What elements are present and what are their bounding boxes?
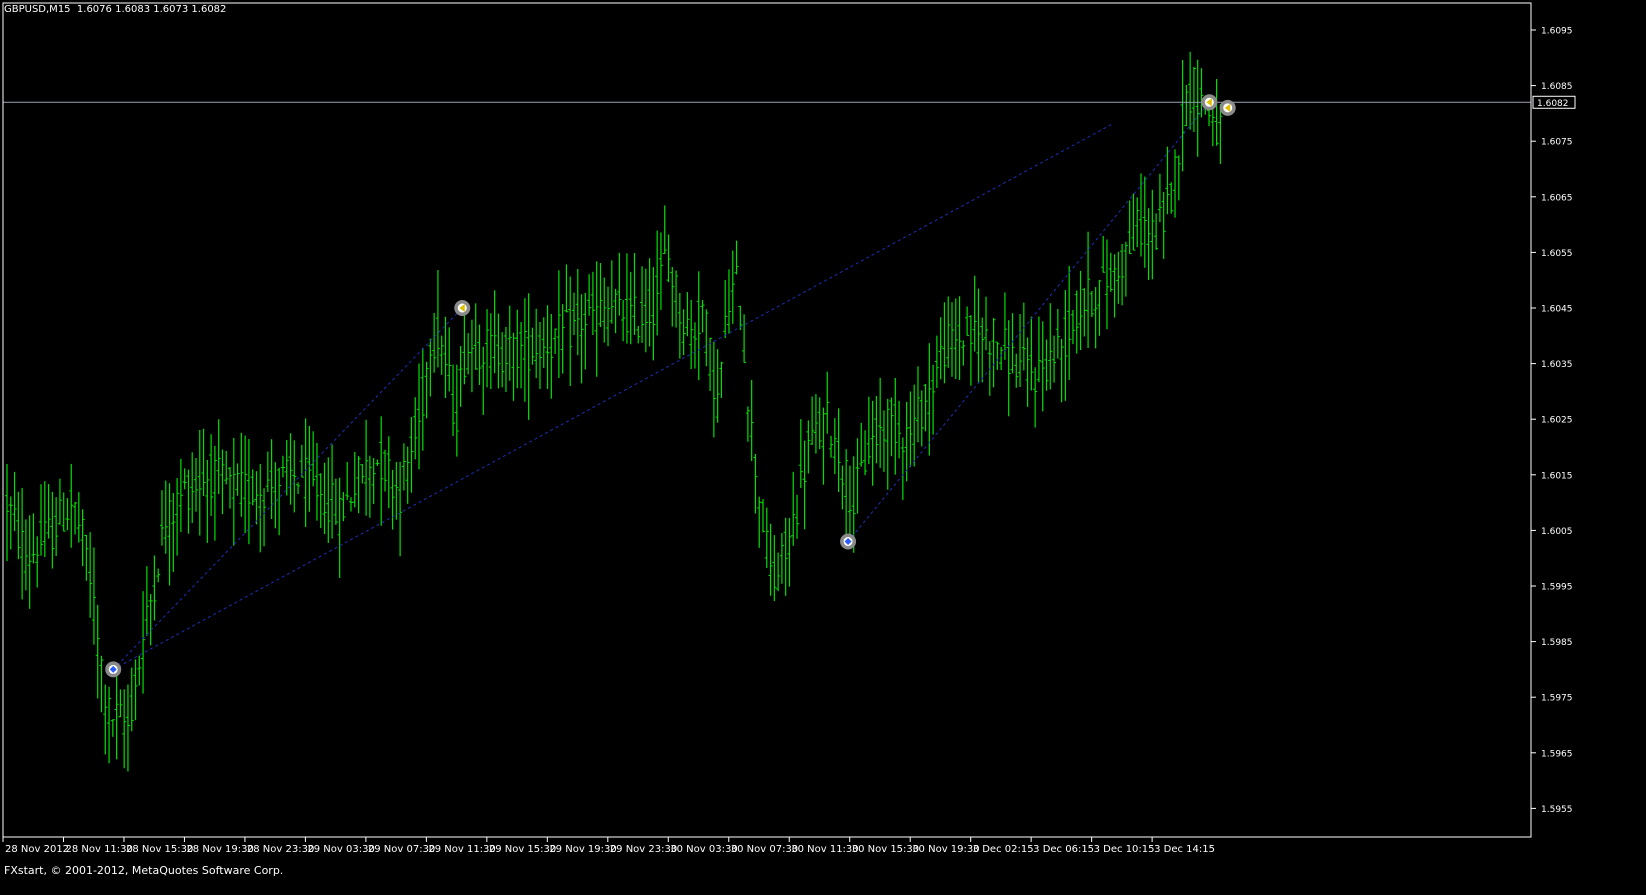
time-tick-label: 29 Nov 11:30 xyxy=(428,844,495,855)
time-tick-label: 30 Nov 19:30 xyxy=(912,844,979,855)
time-tick-label: 28 Nov 2012 xyxy=(5,844,69,855)
swing-low-marker xyxy=(105,661,122,678)
price-tick-label: 1.6015 xyxy=(1541,471,1573,481)
ohlc-values: 1.6076 1.6083 1.6073 1.6082 xyxy=(76,4,227,15)
price-tick-label: 1.6055 xyxy=(1541,249,1573,259)
time-tick-label: 28 Nov 23:30 xyxy=(247,844,314,855)
time-tick-label: 30 Nov 15:30 xyxy=(852,844,919,855)
price-tick-label: 1.6035 xyxy=(1541,360,1573,370)
time-tick-label: 28 Nov 15:30 xyxy=(126,844,193,855)
price-tick-label: 1.6025 xyxy=(1541,416,1573,426)
symbol-timeframe: GBPUSD,M15 xyxy=(4,4,71,15)
price-tick-label: 1.6085 xyxy=(1541,82,1573,92)
time-tick-label: 28 Nov 19:30 xyxy=(186,844,253,855)
time-tick-label: 3 Dec 06:15 xyxy=(1033,844,1094,855)
time-tick-label: 29 Nov 03:30 xyxy=(307,844,374,855)
time-tick-label: 3 Dec 10:15 xyxy=(1094,844,1155,855)
price-tick-label: 1.5965 xyxy=(1541,749,1573,759)
swing-high-marker xyxy=(1219,99,1236,116)
time-tick-label: 29 Nov 23:30 xyxy=(610,844,677,855)
price-chart[interactable]: 1.6095 1.6085 1.6075 1.6065 1.6055 1.6045 1.60… xyxy=(0,0,1646,895)
swing-high-marker xyxy=(454,300,471,316)
current-price-label: 1.6082 xyxy=(1537,99,1569,109)
time-tick-label: 29 Nov 19:30 xyxy=(549,844,616,855)
swing-high-marker xyxy=(1201,94,1218,111)
time-tick-label: 30 Nov 11:30 xyxy=(791,844,858,855)
time-tick-label: 29 Nov 07:30 xyxy=(368,844,435,855)
price-tick-label: 1.5985 xyxy=(1541,638,1573,648)
price-tick-label: 1.5995 xyxy=(1541,583,1573,593)
price-tick-label: 1.6065 xyxy=(1541,193,1573,203)
time-tick-label: 30 Nov 07:30 xyxy=(731,844,798,855)
price-tick-label: 1.6095 xyxy=(1541,27,1573,37)
price-tick-label: 1.5975 xyxy=(1541,694,1573,704)
swing-low-marker xyxy=(840,533,857,550)
time-tick-label: 30 Nov 03:30 xyxy=(670,844,737,855)
time-tick-label: 28 Nov 11:30 xyxy=(65,844,132,855)
price-tick-label: 1.5955 xyxy=(1541,805,1573,815)
price-tick-label: 1.6075 xyxy=(1541,138,1573,148)
copyright-notice: FXstart, © 2001-2012, MetaQuotes Softwar… xyxy=(4,864,284,877)
time-tick-label: 3 Dec 14:15 xyxy=(1154,844,1215,855)
price-tick-label: 1.6005 xyxy=(1541,527,1573,537)
price-tick-label: 1.6045 xyxy=(1541,305,1573,315)
time-tick-label: 3 Dec 02:15 xyxy=(973,844,1034,855)
chart-symbol-header: GBPUSD,M15 1.6076 1.6083 1.6073 1.6082 xyxy=(4,4,226,15)
time-tick-label: 29 Nov 15:30 xyxy=(489,844,556,855)
